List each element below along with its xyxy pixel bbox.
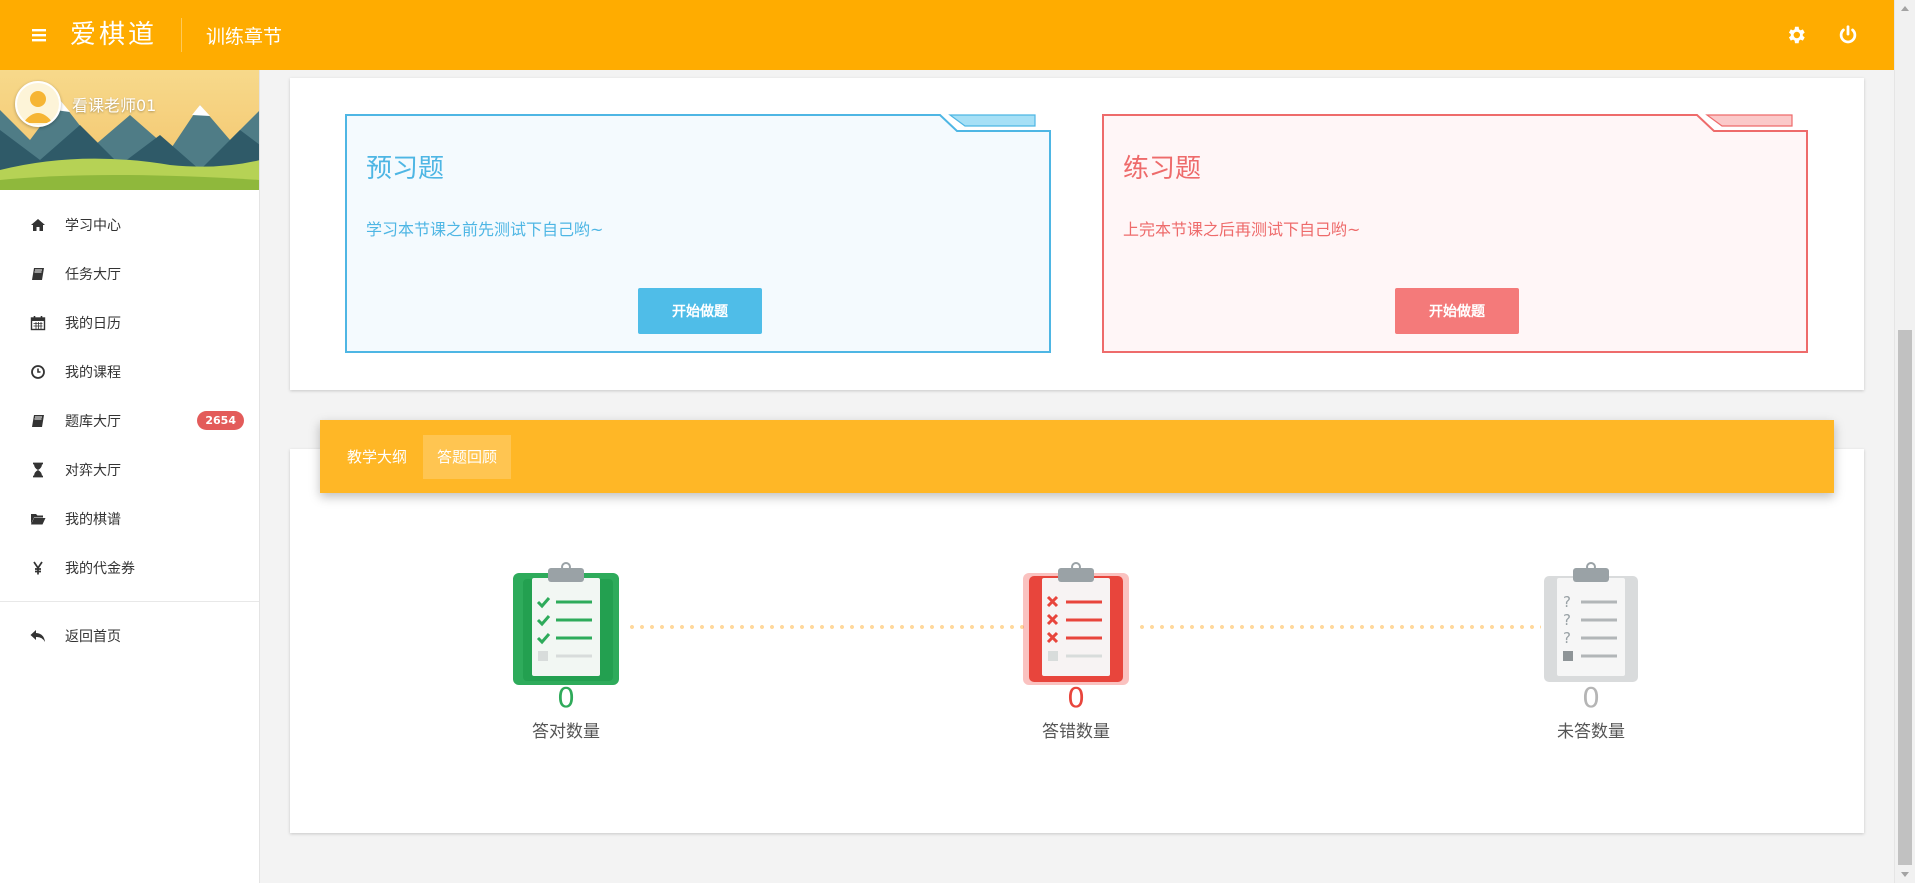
connector-dots: [1137, 625, 1541, 629]
scroll-down-arrow-icon[interactable]: [1901, 872, 1909, 877]
sidebar-item-label: 学习中心: [65, 217, 121, 234]
unanswered-label: 未答数量: [1557, 722, 1625, 742]
settings-button[interactable]: [1770, 0, 1822, 70]
correct-count: 0: [557, 681, 575, 714]
top-header: 爱棋道 训练章节: [0, 0, 1894, 70]
stat-correct: 0 答对数量: [486, 560, 646, 742]
tab-answer-review[interactable]: 答题回顾: [423, 434, 512, 479]
hourglass-icon: [33, 462, 43, 477]
sidebar-item-my-courses[interactable]: 我的课程: [0, 347, 259, 396]
page-scrollbar[interactable]: [1894, 0, 1915, 883]
sidebar-item-vouchers[interactable]: 我的代金券: [0, 543, 259, 592]
connector-dots: [627, 625, 1031, 629]
book-icon: [32, 267, 44, 280]
clipboard-cross-icon: [1023, 562, 1129, 685]
hamburger-icon: [32, 29, 46, 42]
sidebar-item-game-hall[interactable]: 对弈大厅: [0, 445, 259, 494]
folder-open-icon: [31, 513, 46, 524]
sidebar-item-label: 对弈大厅: [65, 462, 121, 479]
practice-title: 练习题: [1123, 154, 1202, 184]
svg-text:?: ?: [1563, 629, 1571, 647]
breadcrumb: 训练章节: [206, 25, 283, 48]
sidebar-item-label: 题库大厅: [65, 413, 121, 430]
preview-title: 预习题: [366, 154, 445, 184]
sidebar-item-label: 我的日历: [65, 315, 121, 332]
reply-icon: [30, 629, 45, 642]
menu-toggle-button[interactable]: [0, 0, 80, 70]
wrong-count: 0: [1067, 681, 1085, 714]
sidebar-item-label: 我的代金券: [65, 560, 135, 577]
profile-banner: 看课老师01: [0, 70, 259, 190]
sidebar-item-back-home[interactable]: 返回首页: [0, 611, 259, 660]
preview-folder-card: 预习题 学习本节课之前先测试下自己哟~ 开始做题: [345, 114, 1052, 354]
sidebar-nav: 学习中心 任务大厅 我的日历 我的课程 题库大厅 2654 对弈大厅 我的棋谱: [0, 190, 259, 592]
book-icon: [32, 414, 44, 427]
sidebar-item-question-bank[interactable]: 题库大厅 2654: [0, 396, 259, 445]
gear-icon: [1788, 26, 1805, 44]
correct-label: 答对数量: [532, 722, 600, 742]
yen-icon: [33, 561, 43, 574]
tab-syllabus[interactable]: 教学大纲: [333, 435, 421, 479]
svg-text:?: ?: [1563, 611, 1571, 629]
username: 看课老师01: [72, 96, 157, 115]
avatar[interactable]: [15, 81, 61, 127]
sidebar-nav-secondary: 返回首页: [0, 611, 259, 660]
user-avatar-icon: [17, 83, 59, 125]
sidebar-item-study-center[interactable]: 学习中心: [0, 200, 259, 249]
sidebar-item-task-hall[interactable]: 任务大厅: [0, 249, 259, 298]
scrollbar-thumb[interactable]: [1898, 330, 1912, 865]
power-icon: [1839, 25, 1857, 44]
calendar-icon: [30, 315, 46, 330]
unanswered-count: 0: [1582, 681, 1600, 714]
wrong-label: 答错数量: [1042, 722, 1110, 742]
count-badge: 2654: [197, 411, 244, 430]
sidebar-item-label: 任务大厅: [65, 266, 121, 283]
home-icon: [31, 218, 45, 231]
clipboard-question-icon: ? ? ?: [1544, 562, 1638, 682]
brand-logo[interactable]: 爱棋道: [70, 18, 183, 52]
sidebar-item-calendar[interactable]: 我的日历: [0, 298, 259, 347]
stat-wrong: 0 答错数量: [996, 560, 1156, 742]
logout-button[interactable]: [1822, 0, 1874, 70]
start-preview-button[interactable]: 开始做题: [638, 288, 762, 334]
stat-unanswered: ? ? ? 0 未答数量: [1511, 560, 1671, 742]
clock-icon: [31, 364, 45, 379]
clipboard-check-icon: [513, 562, 619, 685]
practice-folder-card: 练习题 上完本节课之后再测试下自己哟~ 开始做题: [1102, 114, 1809, 354]
exercise-card: 预习题 学习本节课之前先测试下自己哟~ 开始做题 练习题 上完本节课之后再测试下…: [290, 78, 1864, 390]
tab-bar: 教学大纲 答题回顾: [320, 420, 1834, 493]
sidebar-item-label: 我的棋谱: [65, 511, 121, 528]
sidebar: 看课老师01 学习中心 任务大厅 我的日历 我的课程 题库大厅 2654 对弈大…: [0, 70, 260, 883]
sidebar-divider: [0, 601, 259, 602]
svg-text:?: ?: [1563, 593, 1571, 611]
sidebar-item-label: 我的课程: [65, 364, 121, 381]
preview-desc: 学习本节课之前先测试下自己哟~: [366, 220, 604, 239]
sidebar-item-label: 返回首页: [65, 628, 121, 645]
scroll-up-arrow-icon[interactable]: [1901, 6, 1909, 11]
start-practice-button[interactable]: 开始做题: [1395, 288, 1519, 334]
practice-desc: 上完本节课之后再测试下自己哟~: [1123, 220, 1361, 239]
sidebar-item-my-records[interactable]: 我的棋谱: [0, 494, 259, 543]
